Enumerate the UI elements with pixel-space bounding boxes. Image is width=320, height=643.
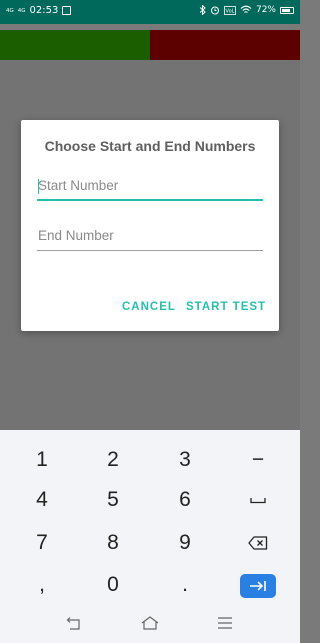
key-2[interactable]: 2 (83, 440, 143, 480)
network-indicator-1: 4G (6, 7, 14, 14)
clock: 02:53 (29, 5, 59, 16)
key-backspace[interactable] (228, 523, 288, 563)
key-next[interactable] (240, 574, 276, 598)
back-icon[interactable] (64, 616, 82, 632)
key-5[interactable]: 5 (83, 480, 143, 520)
key-4[interactable]: 4 (12, 480, 72, 520)
dialog-title: Choose Start and End Numbers (44, 138, 256, 154)
backspace-icon (248, 536, 268, 550)
green-bar (0, 30, 150, 60)
network-indicator-2: 4G (17, 7, 26, 14)
svg-text:VoL: VoL (226, 8, 235, 14)
message-icon (62, 6, 72, 15)
key-6[interactable]: 6 (155, 480, 215, 520)
key-9[interactable]: 9 (155, 523, 215, 563)
end-number-input[interactable] (37, 221, 263, 250)
status-left: 4G 4G 02:53 (6, 5, 72, 16)
menu-icon[interactable] (217, 617, 233, 629)
next-arrow-icon (250, 581, 266, 591)
space-icon (250, 498, 266, 504)
key-3[interactable]: 3 (155, 440, 215, 480)
number-range-dialog: Choose Start and End Numbers CANCEL STAR… (21, 120, 279, 331)
status-bar: 4G 4G 02:53 VoL 72% (0, 0, 300, 24)
text-cursor (38, 179, 39, 194)
key-8[interactable]: 8 (83, 523, 143, 563)
alarm-icon (210, 6, 219, 15)
key-1[interactable]: 1 (12, 440, 72, 480)
battery-percent: 72% (255, 5, 276, 15)
volte-icon: VoL (224, 5, 236, 15)
key-space[interactable] (228, 480, 288, 520)
home-icon[interactable] (140, 615, 160, 631)
red-bar (150, 30, 300, 60)
status-right: VoL 72% (199, 5, 294, 15)
start-test-button[interactable]: START TEST (186, 301, 266, 313)
battery-icon (280, 6, 294, 14)
bluetooth-icon (199, 5, 206, 15)
key-comma[interactable]: , (12, 565, 72, 605)
cancel-button[interactable]: CANCEL (122, 301, 176, 313)
key-minus[interactable]: − (228, 440, 288, 480)
wifi-icon (240, 5, 252, 13)
end-number-field[interactable] (37, 221, 263, 251)
numeric-keyboard: 1 2 3 − 4 5 6 7 8 9 , 0 . (0, 430, 300, 643)
key-7[interactable]: 7 (12, 523, 72, 563)
start-number-input[interactable] (37, 171, 263, 199)
key-0[interactable]: 0 (83, 565, 143, 605)
key-period[interactable]: . (155, 565, 215, 605)
start-number-field[interactable] (37, 171, 263, 201)
